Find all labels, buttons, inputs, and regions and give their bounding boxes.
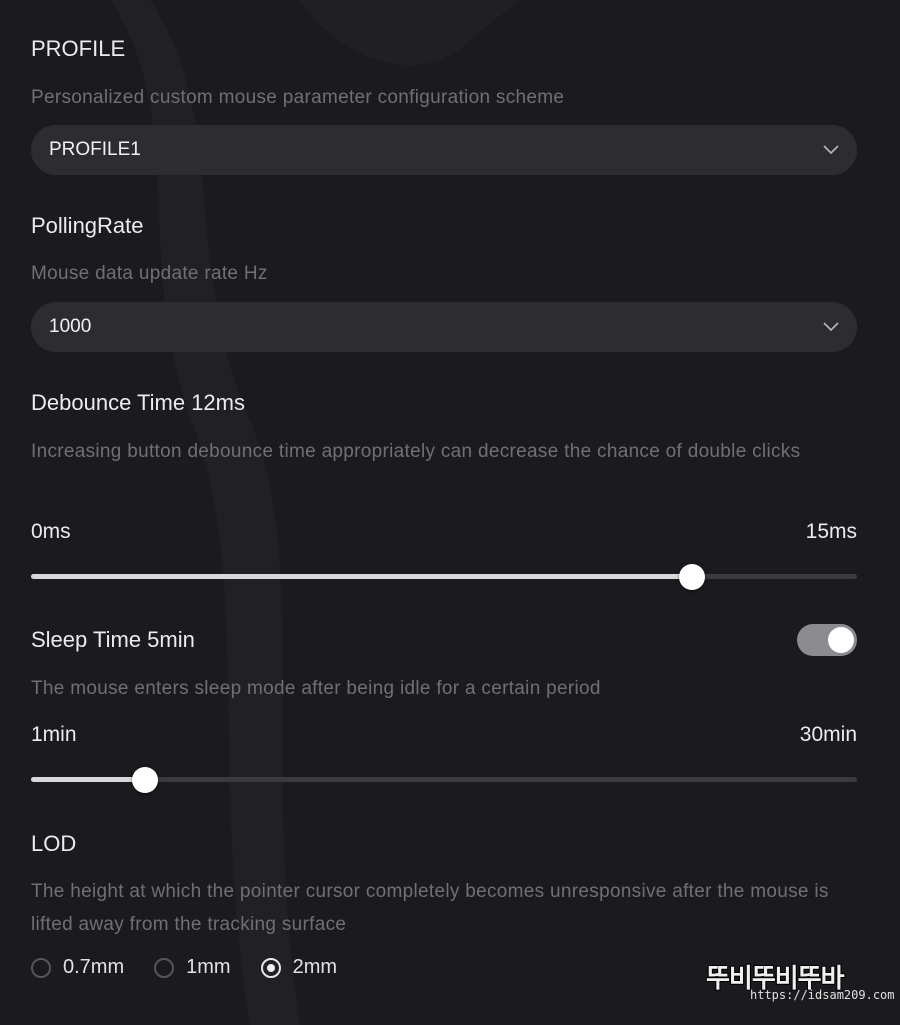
- profile-select[interactable]: PROFILE1: [31, 125, 857, 175]
- debounce-min-label: 0ms: [31, 520, 71, 543]
- debounce-max-label: 15ms: [805, 520, 857, 543]
- lod-option[interactable]: 0.7mm: [31, 956, 124, 979]
- debounce-title: Debounce Time 12ms: [31, 390, 245, 415]
- lod-option-label: 2mm: [292, 956, 338, 978]
- debounce-description: Increasing button debounce time appropri…: [31, 441, 801, 462]
- sleep-toggle-knob: [828, 627, 854, 653]
- sleep-min-label: 1min: [31, 723, 77, 746]
- sleep-toggle[interactable]: [797, 624, 857, 656]
- radio-button[interactable]: [31, 957, 51, 978]
- lod-description: The height at which the pointer cursor c…: [31, 881, 829, 935]
- polling-rate-title: PollingRate: [31, 213, 144, 238]
- profile-select-value: PROFILE1: [49, 139, 141, 160]
- sleep-slider-fill: [31, 777, 145, 782]
- chevron-down-icon: [823, 319, 839, 335]
- watermark-url: https://idsam209.com: [750, 988, 895, 1002]
- chevron-down-icon: [823, 142, 839, 158]
- radio-button[interactable]: [154, 957, 175, 978]
- radio-button[interactable]: [260, 957, 281, 978]
- sleep-slider[interactable]: [31, 766, 857, 793]
- polling-rate-description: Mouse data update rate Hz: [31, 263, 268, 284]
- profile-title: PROFILE: [31, 36, 126, 61]
- sleep-description: The mouse enters sleep mode after being …: [31, 678, 601, 699]
- profile-description: Personalized custom mouse parameter conf…: [31, 87, 565, 108]
- debounce-slider-fill: [31, 574, 692, 579]
- sleep-title: Sleep Time 5min: [31, 627, 195, 652]
- watermark: 뚜비뚜비뚜바 https://idsam209.com: [706, 958, 895, 1006]
- lod-option[interactable]: 1mm: [154, 956, 231, 979]
- lod-option-label: 1mm: [186, 956, 231, 978]
- debounce-slider-thumb[interactable]: [678, 563, 705, 590]
- polling-rate-select-value: 1000: [49, 316, 92, 337]
- sleep-max-label: 30min: [799, 723, 857, 746]
- lod-radio-group: 0.7mm 1mm 2mm: [31, 956, 367, 979]
- lod-option[interactable]: 2mm: [260, 956, 338, 979]
- polling-rate-select[interactable]: 1000: [31, 302, 857, 352]
- lod-option-label: 0.7mm: [63, 956, 125, 978]
- sleep-slider-thumb[interactable]: [131, 766, 158, 793]
- lod-title: LOD: [31, 831, 77, 856]
- debounce-slider[interactable]: [31, 563, 857, 590]
